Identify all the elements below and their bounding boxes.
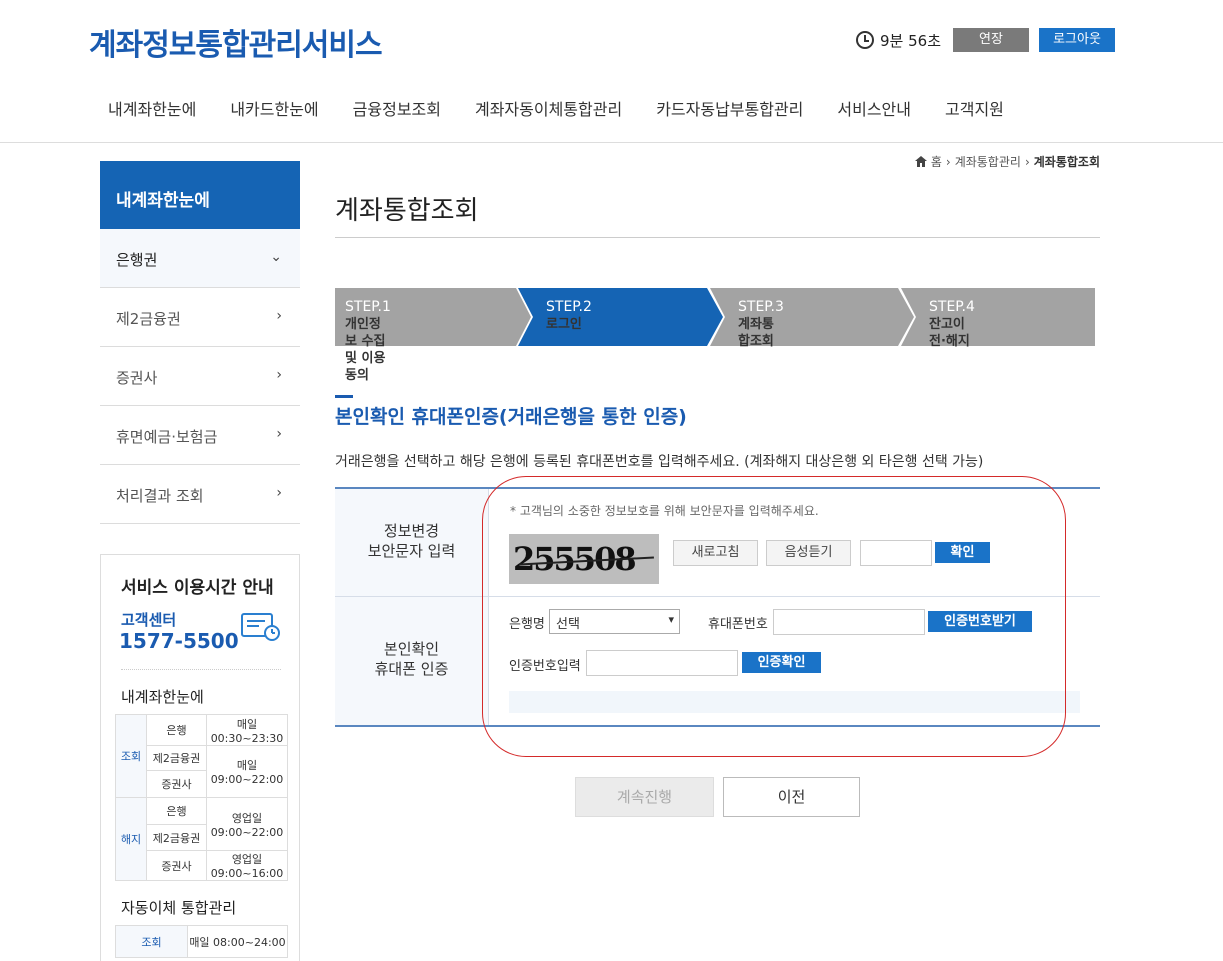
hours-section-title: 내계좌한눈에 [121,688,204,706]
divider [335,237,1100,238]
hours-org: 증권사 [146,770,207,798]
site-logo[interactable]: 계좌정보통합관리서비스 [89,20,383,64]
chevron-right-icon: › [276,308,282,324]
hours-table: 조회 은행 매일 00:30~23:30 제2금융권 매일 09:00~22:00 … [115,714,288,881]
logout-button[interactable]: 로그아웃 [1039,28,1115,52]
hours-category: 조회 [115,714,147,798]
session-timer-area: 9분 56초 연장 로그아웃 [856,28,1115,52]
step-1: STEP.1 개인정보 수집 및 이용동의 [345,299,391,383]
hours-category: 해지 [115,797,147,881]
code-label: 인증번호입력 [509,659,581,674]
audio-button[interactable]: 음성듣기 [766,540,851,566]
service-hours-box: 서비스 이용시간 안내 고객센터 1577-5500 내계좌한눈에 조회 은행 … [100,554,300,961]
section-title: 본인확인 휴대폰인증(거래은행을 통한 인증) [335,406,687,428]
bank-select[interactable]: 선택 ▾ [549,609,680,634]
step-2: STEP.2 로그인 [546,299,592,332]
sidebar-item-label: 처리결과 조회 [116,487,204,505]
gnb-item-card-autopay[interactable]: 카드자동납부통합관리 [656,96,803,120]
hours-org: 제2금융권 [146,745,207,771]
hours-time: 영업일 09:00~16:00 [206,850,288,881]
gnb-item-my-cards[interactable]: 내카드한눈에 [230,96,318,120]
breadcrumb-home[interactable]: 홈 [931,153,942,170]
hours-time: 매일 00:30~23:30 [206,714,288,746]
refresh-button[interactable]: 새로고침 [673,540,758,566]
gnb-item-auto-transfer[interactable]: 계좌자동이체통합관리 [475,96,622,120]
clock-icon [856,31,874,49]
breadcrumb: 홈 › 계좌통합관리 › 계좌통합조회 [914,153,1100,170]
divider [121,669,281,670]
step-4: STEP.4 잔고이전·해지 [929,299,975,349]
gnb-item-my-accounts[interactable]: 내계좌한눈에 [108,96,196,120]
previous-button[interactable]: 이전 [723,777,860,817]
sidebar-item-bank[interactable]: 은행권 ⌄ [100,229,300,288]
breadcrumb-mid[interactable]: 계좌통합관리 [955,153,1021,170]
captcha-confirm-button[interactable]: 확인 [935,542,990,563]
hours-table: 조회 매일 08:00~24:00 [115,925,288,958]
bank-label: 은행명 [509,617,545,632]
step-3: STEP.3 계좌통합조회 [738,299,784,349]
row-header-captcha: 정보변경 보안문자 입력 [335,489,488,596]
breadcrumb-current: 계좌통합조회 [1033,155,1100,169]
sidebar-item-label: 휴면예금·보험금 [116,428,218,446]
customer-center-number: 1577-5500 [119,629,239,653]
page-title: 계좌통합조회 [335,196,479,226]
continue-button[interactable]: 계속진행 [575,777,714,817]
sidebar-item-securities[interactable]: 증권사 › [100,347,300,406]
captcha-image: 255508 [509,534,659,584]
sidebar-item-label: 제2금융권 [116,310,181,328]
message-bar [509,691,1080,713]
service-hours-title: 서비스 이용시간 안내 [121,578,274,598]
hours-time: 매일 08:00~24:00 [187,925,288,958]
divider [0,142,1223,143]
hours-org: 제2금융권 [146,824,207,851]
step-indicator: STEP.1 개인정보 수집 및 이용동의 STEP.2 로그인 STEP.3 계좌통… [335,288,1095,383]
sidebar-item-second-tier[interactable]: 제2금융권 › [100,288,300,347]
section-marker [335,395,353,398]
divider [335,725,1100,727]
captcha-note: * 고객님의 소중한 정보보호를 위해 보안문자를 입력해주세요. [510,504,819,518]
divider [335,596,1100,597]
sidebar-item-dormant[interactable]: 휴면예금·보험금 › [100,406,300,465]
section-description: 거래은행을 선택하고 해당 은행에 등록된 휴대폰번호를 입력해주세요. (계좌… [335,454,984,470]
sidebar-item-label: 증권사 [116,369,158,387]
code-input[interactable] [586,650,738,676]
chevron-right-icon: › [276,426,282,442]
send-code-button[interactable]: 인증번호받기 [928,611,1032,632]
hours-org: 은행 [146,797,207,825]
captcha-input[interactable] [860,540,932,566]
chevron-down-icon: ⌄ [270,249,282,265]
row-header-phone: 본인확인 휴대폰 인증 [335,597,488,725]
sidebar-title: 내계좌한눈에 [100,161,300,229]
step-arrows [335,288,1095,346]
sidebar-item-results[interactable]: 처리결과 조회 › [100,465,300,524]
chevron-right-icon: › [276,485,282,501]
extend-button[interactable]: 연장 [953,28,1029,52]
global-nav: 내계좌한눈에 내카드한눈에 금융정보조회 계좌자동이체통합관리 카드자동납부통합… [108,96,1038,120]
gnb-item-support[interactable]: 고객지원 [945,96,1004,120]
phone-label: 휴대폰번호 [708,617,768,632]
customer-center-label: 고객센터 [121,611,177,629]
hours-section-title: 자동이체 통합관리 [121,899,237,917]
gnb-item-financial-info[interactable]: 금융정보조회 [353,96,441,120]
hours-time: 매일 09:00~22:00 [206,745,288,798]
gnb-item-service-guide[interactable]: 서비스안내 [837,96,911,120]
home-icon[interactable] [914,156,927,167]
hours-category: 조회 [115,925,188,958]
sidebar-item-label: 은행권 [116,251,158,269]
chevron-right-icon: › [945,154,951,169]
hours-time: 영업일 09:00~22:00 [206,797,288,851]
hours-org: 은행 [146,714,207,746]
session-timer: 9분 56초 [880,31,941,50]
verify-code-button[interactable]: 인증확인 [742,652,821,673]
hours-org: 증권사 [146,850,207,881]
phone-input[interactable] [773,609,925,635]
chevron-right-icon: › [276,367,282,383]
divider [335,487,1100,489]
call-center-icon [241,613,280,641]
divider [488,489,489,725]
chevron-right-icon: › [1024,154,1030,169]
chevron-down-icon: ▾ [668,613,674,626]
